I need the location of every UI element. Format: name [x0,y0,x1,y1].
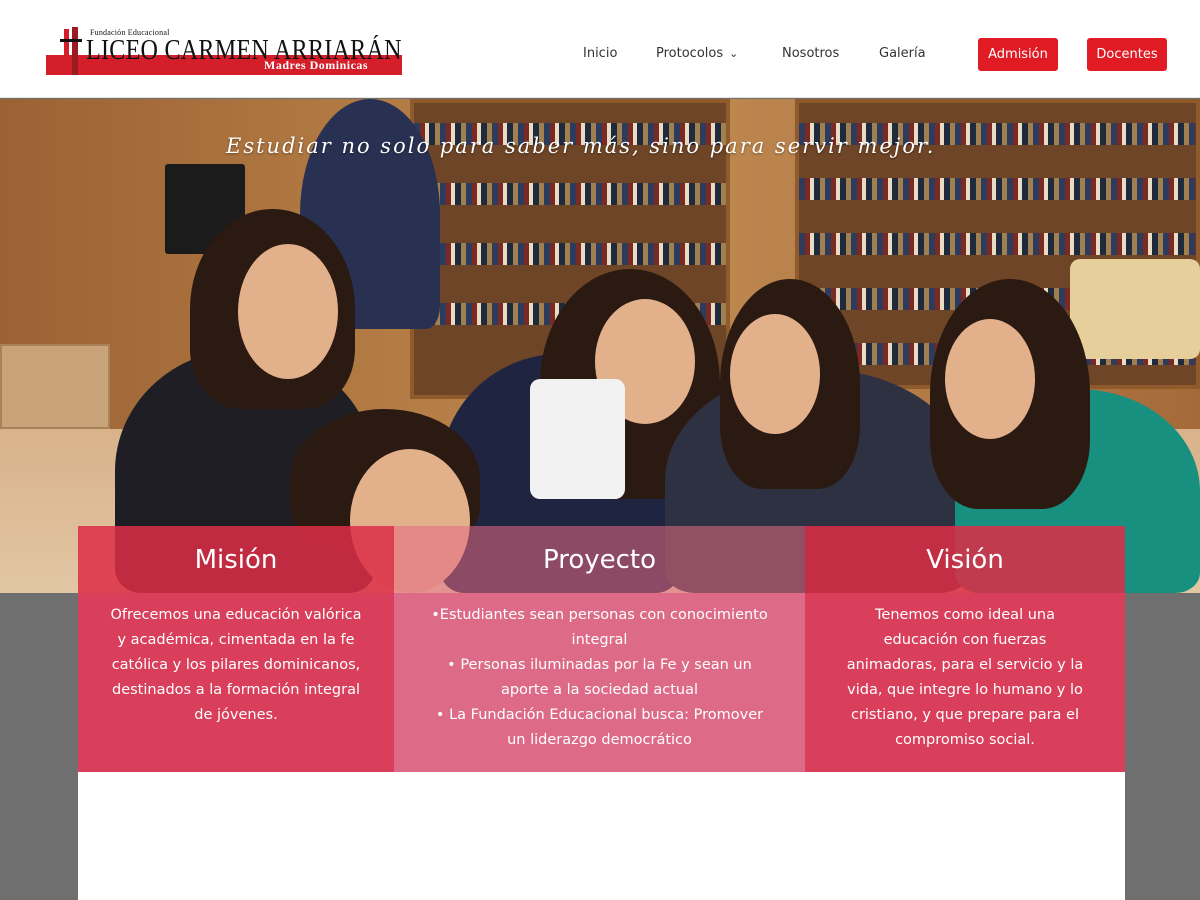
chevron-down-icon: ⌄ [729,47,739,60]
nav-item-inicio[interactable]: Inicio [583,46,617,61]
content-area [78,772,1125,900]
mision-text: Ofrecemos una educación valórica y acadé… [78,593,394,772]
vision-text: Tenemos como ideal una educación con fue… [805,593,1125,772]
mision-title: Misión [78,526,394,593]
docentes-button[interactable]: Docentes [1087,38,1167,71]
logo-subtitle: Madres Dominicas [264,58,369,72]
hero-tagline: Estudiar no solo para saber más, sino pa… [226,134,936,158]
hero-photo: Estudiar no solo para saber más, sino pa… [0,99,1200,593]
proyecto-text: •Estudiantes sean personas con conocimie… [394,593,805,772]
proyecto-title: Proyecto [394,526,805,593]
nav-item-galeria[interactable]: Galería [879,46,926,61]
logo-seal-icon [60,27,82,75]
vision-title: Visión [805,526,1125,593]
proyecto-card: Proyecto •Estudiantes sean personas con … [394,526,805,772]
site-header: Fundación Educacional LICEO CARMEN ARRIA… [0,0,1200,98]
site-logo[interactable]: Fundación Educacional LICEO CARMEN ARRIA… [46,27,404,77]
nav-item-protocolos-label: Protocolos [656,46,724,61]
mision-card: Misión Ofrecemos una educación valórica … [78,526,394,772]
vision-card: Visión Tenemos como ideal una educación … [805,526,1125,772]
nav-item-protocolos[interactable]: Protocolos ⌄ [656,46,738,61]
admision-button[interactable]: Admisión [978,38,1058,71]
nav-item-nosotros[interactable]: Nosotros [782,46,839,61]
